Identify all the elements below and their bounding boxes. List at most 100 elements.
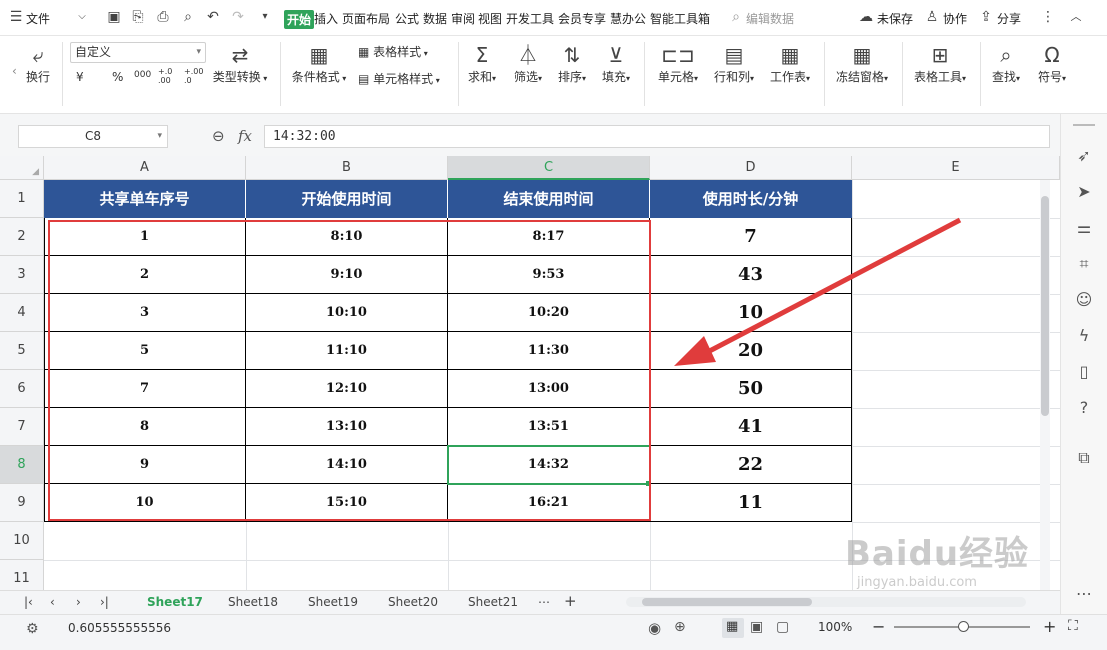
tab-view[interactable]: 视图 [478,10,502,27]
export-icon[interactable]: ⎘ [130,9,146,25]
row-header-10[interactable]: 10 [0,522,44,560]
unsaved-status[interactable]: 未保存 [877,10,913,27]
sheet-tab-sheet21[interactable]: Sheet21 [468,595,518,609]
rocket-icon[interactable]: ➶ [1074,146,1094,166]
tab-smart-toolbox[interactable]: 智能工具箱 [650,10,710,27]
tab-formula[interactable]: 公式 [395,10,419,27]
sheet-tab-sheet20[interactable]: Sheet20 [388,595,438,609]
tab-developer[interactable]: 开发工具 [506,10,554,27]
symbol-button[interactable]: Ω 符号▾ [1032,42,1072,85]
crop-icon[interactable]: ⌗ [1074,254,1094,274]
header-cell-bike-id[interactable]: 共享单车序号 [44,180,246,218]
table-tools-button[interactable]: ⊞ 表格工具▾ [908,42,972,85]
more-options-icon[interactable]: ⋯ [1074,584,1094,604]
zoom-slider[interactable] [894,621,1030,632]
row-header-5[interactable]: 5 [0,332,44,370]
crosshair-icon[interactable]: ⊕ [674,619,686,635]
zoom-slider-thumb[interactable] [958,621,969,632]
select-all-corner[interactable]: ◢ [0,156,44,180]
redo-icon[interactable]: ↷ [230,9,246,25]
fx-icon[interactable]: fx [238,127,252,145]
column-header-c[interactable]: C [448,156,650,180]
column-header-a[interactable]: A [44,156,246,180]
search-input[interactable]: 编辑数据 [746,10,794,27]
normal-view-button[interactable]: ▦ [722,618,744,638]
tab-review[interactable]: 审阅 [451,10,475,27]
print-preview-icon[interactable]: ⌕ [180,9,196,25]
file-menu[interactable]: 文件 [26,10,50,27]
page-break-view-icon[interactable]: ▢ [776,619,789,635]
first-sheet-icon[interactable]: |‹ [24,595,33,609]
cursor-icon[interactable]: ➤ [1074,182,1094,202]
sheet-tab-sheet18[interactable]: Sheet18 [228,595,278,609]
row-header-11[interactable]: 11 [0,560,44,590]
zoom-out-icon[interactable]: − [872,617,885,636]
search-icon[interactable]: ⌕ [728,9,744,25]
share-button[interactable]: 分享 [997,10,1021,27]
print-icon[interactable]: ⎙ [155,9,171,25]
row-header-2[interactable]: 2 [0,218,44,256]
row-header-1[interactable]: 1 [0,180,44,218]
sum-button[interactable]: Σ 求和▾ [464,42,500,85]
worksheet-button[interactable]: ▦ 工作表▾ [764,42,816,85]
help-icon[interactable]: ? [1074,398,1094,418]
increase-decimal-button[interactable]: +.0 .00 [158,67,180,85]
table-cell[interactable]: 41 [650,408,852,446]
table-cell[interactable]: 22 [650,446,852,484]
tab-huibangong[interactable]: 慧办公 [610,10,646,27]
row-header-9[interactable]: 9 [0,484,44,522]
tab-member[interactable]: 会员专享 [558,10,606,27]
percent-format-button[interactable]: % [112,70,123,84]
sheet-tab-sheet19[interactable]: Sheet19 [308,595,358,609]
table-cell[interactable]: 11 [650,484,852,522]
wrap-text-button[interactable]: ⤶ 换行 [20,42,56,85]
find-button[interactable]: ⌕ 查找▾ [986,42,1026,85]
decrease-decimal-button[interactable]: +.00 .0 [184,67,206,85]
scrollbar-thumb[interactable] [1041,196,1049,416]
table-style-button[interactable]: ▦ 表格样式 ▾ [358,43,428,60]
tab-home[interactable]: 开始 [284,10,315,29]
fill-button[interactable]: ⊻ 填充▾ [596,42,636,85]
robot-icon[interactable]: ☺ [1074,290,1094,310]
row-header-7[interactable]: 7 [0,408,44,446]
number-format-select[interactable]: 自定义 ▾ [70,42,206,63]
sheet-tab-sheet17[interactable]: Sheet17 [147,595,203,609]
hamburger-icon[interactable]: ☰ [8,9,24,25]
sliders-icon[interactable]: ⚌ [1074,218,1094,238]
sort-button[interactable]: ⇅ 排序▾ [552,42,592,85]
ribbon-scroll-left-icon[interactable]: ‹ [12,64,17,78]
collapse-ribbon-icon[interactable]: ︿ [1068,9,1084,25]
column-header-e[interactable]: E [852,156,1060,180]
header-cell-duration[interactable]: 使用时长/分钟 [650,180,852,218]
row-header-4[interactable]: 4 [0,294,44,332]
chevron-down-icon[interactable]: ⌵ [74,9,90,25]
collab-button[interactable]: 协作 [943,10,967,27]
zoom-level[interactable]: 100% [818,620,852,634]
conditional-format-button[interactable]: ▦ 条件格式 ▾ [288,42,350,85]
save-icon[interactable]: ▣ [106,9,122,25]
eye-protection-icon[interactable]: ◉ [648,619,661,637]
quick-access-dropdown-icon[interactable]: ▾ [257,9,273,25]
undo-icon[interactable]: ↶ [205,9,221,25]
tab-page-layout[interactable]: 页面布局 [342,10,390,27]
filter-button[interactable]: ⏃ 筛选▾ [508,42,548,85]
type-convert-button[interactable]: ⇄ 类型转换 ▾ [212,42,268,85]
cell-button[interactable]: ⊏⊐ 单元格▾ [652,42,704,85]
row-col-button[interactable]: ▤ 行和列▾ [708,42,760,85]
column-header-b[interactable]: B [246,156,448,180]
column-header-d[interactable]: D [650,156,852,180]
horizontal-scrollbar[interactable] [626,597,1026,607]
tab-data[interactable]: 数据 [423,10,447,27]
macro-icon[interactable]: ⚙ [26,621,39,637]
header-cell-end-time[interactable]: 结束使用时间 [448,180,650,218]
vertical-scrollbar[interactable] [1040,180,1050,590]
scrollbar-thumb[interactable] [642,598,812,606]
prev-sheet-icon[interactable]: ‹ [50,595,55,609]
tab-insert[interactable]: 插入 [314,10,338,27]
book-icon[interactable]: ▯ [1074,362,1094,382]
thousands-separator-button[interactable]: 000 [134,70,151,80]
row-header-6[interactable]: 6 [0,370,44,408]
row-header-3[interactable]: 3 [0,256,44,294]
last-sheet-icon[interactable]: ›| [100,595,109,609]
next-sheet-icon[interactable]: › [76,595,81,609]
